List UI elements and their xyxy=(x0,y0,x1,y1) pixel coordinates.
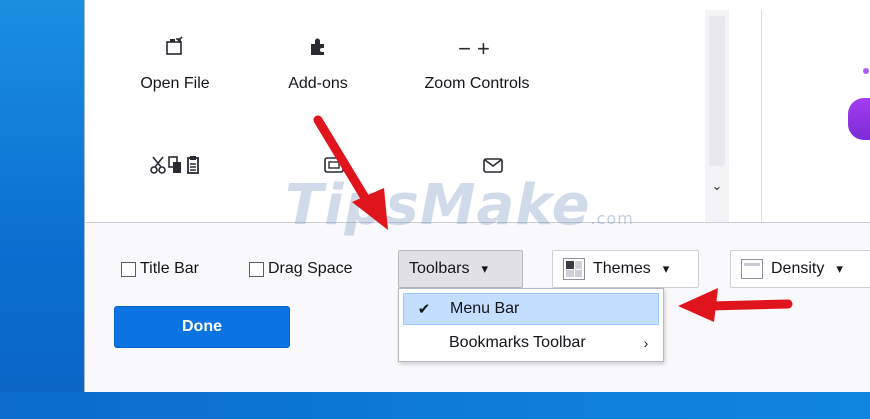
cut-copy-paste-icon xyxy=(105,154,245,180)
toolbars-menu: ✔ Menu Bar Bookmarks Toolbar › xyxy=(398,288,664,362)
title-bar-checkbox[interactable]: Title Bar xyxy=(121,259,199,279)
done-button[interactable]: Done xyxy=(114,306,290,348)
red-arrow-down xyxy=(313,115,388,230)
menu-item-menu-bar[interactable]: ✔ Menu Bar xyxy=(403,293,659,325)
tool-label: Zoom Controls xyxy=(424,75,530,92)
drag-space-label: Drag Space xyxy=(268,260,353,277)
tool-add-ons[interactable]: Add-ons xyxy=(248,36,388,93)
firefox-logo-fragment xyxy=(848,98,870,140)
themes-dropdown[interactable]: Themes ▾ xyxy=(552,250,699,288)
checkmark-icon: ✔ xyxy=(417,301,431,318)
toolbars-label: Toolbars xyxy=(409,260,470,277)
open-file-icon xyxy=(105,36,245,62)
desktop-taskbar-edge xyxy=(0,392,870,419)
puzzle-icon xyxy=(248,36,388,62)
chevron-right-icon: › xyxy=(643,335,649,351)
toolbars-dropdown[interactable]: Toolbars ▾ xyxy=(398,250,523,288)
red-arrow-left xyxy=(678,288,793,322)
chevron-down-icon: ▾ xyxy=(662,261,670,276)
tool-open-file[interactable]: Open File xyxy=(105,36,245,93)
chevron-down-icon: ▾ xyxy=(836,261,843,276)
preview-decoration xyxy=(863,68,869,74)
scrollbar-thumb[interactable] xyxy=(709,16,725,166)
density-label: Density xyxy=(771,260,825,277)
density-dropdown[interactable]: Density ▾ xyxy=(730,250,870,288)
menu-item-bookmarks-toolbar[interactable]: Bookmarks Toolbar › xyxy=(403,327,659,359)
tool-label: Open File xyxy=(140,75,210,92)
drag-space-checkbox[interactable]: Drag Space xyxy=(249,259,353,279)
chevron-down-icon: ▾ xyxy=(481,261,489,276)
tool-label: Add-ons xyxy=(288,75,348,92)
zoom-icon: −+ xyxy=(458,36,496,61)
themes-icon xyxy=(563,258,585,280)
chevron-down-icon[interactable]: ⌄ xyxy=(707,176,727,196)
tool-zoom-controls[interactable]: −+ Zoom Controls xyxy=(407,36,547,93)
checkbox-box[interactable] xyxy=(121,261,136,277)
preview-divider xyxy=(761,10,762,222)
tool-cut-copy-paste[interactable] xyxy=(105,154,245,193)
menu-item-label: Menu Bar xyxy=(450,300,520,317)
watermark-domain: .com xyxy=(590,209,634,228)
menu-item-label: Bookmarks Toolbar xyxy=(449,334,586,351)
density-icon xyxy=(741,259,763,279)
checkbox-box[interactable] xyxy=(249,261,264,277)
title-bar-label: Title Bar xyxy=(140,260,199,277)
desktop-background xyxy=(0,0,84,419)
themes-label: Themes xyxy=(593,260,651,277)
